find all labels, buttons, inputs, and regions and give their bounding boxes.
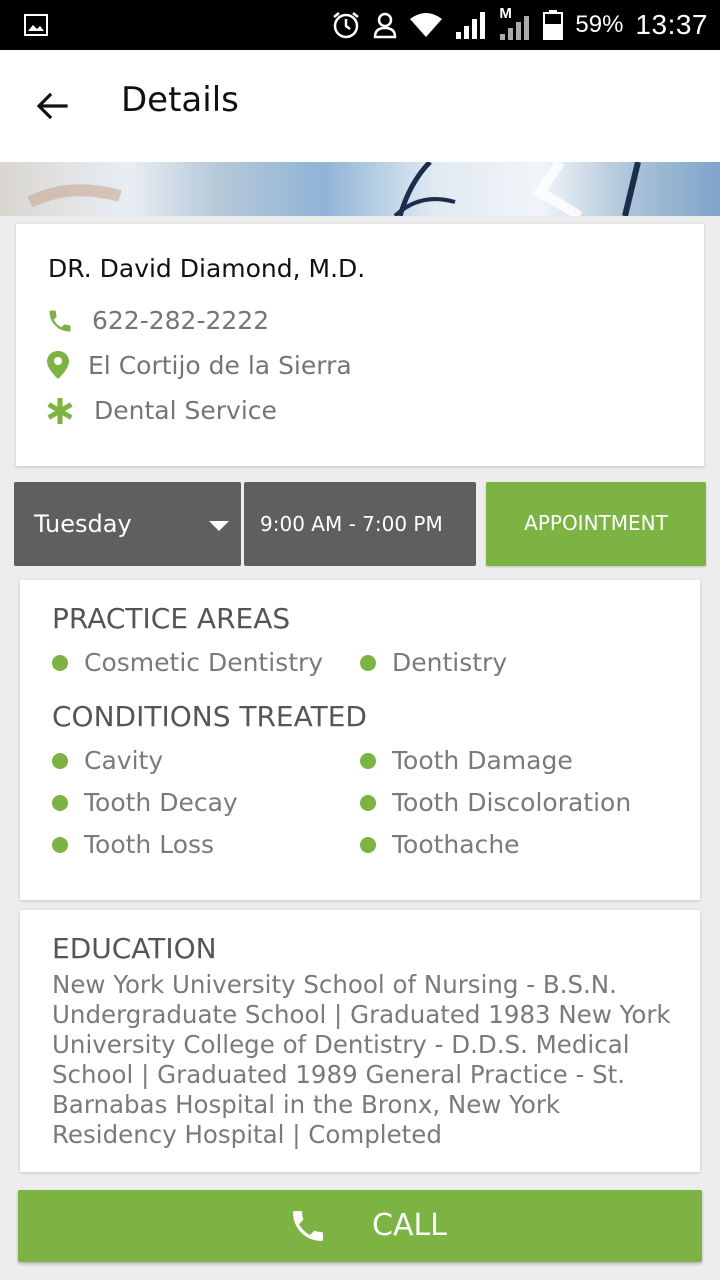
- service-row: Dental Service: [46, 396, 277, 425]
- doctor-phone: 622-282-2222: [92, 306, 270, 335]
- list-item: Cosmetic Dentistry: [52, 648, 323, 677]
- bullet-dot-icon: [52, 654, 68, 671]
- clock: 13:37: [635, 9, 708, 40]
- phone-icon: [293, 1211, 323, 1241]
- bullet-dot-icon: [360, 752, 376, 769]
- appointment-label: APPOINTMENT: [524, 511, 668, 535]
- location-row: El Cortijo de la Sierra: [46, 350, 352, 380]
- stethoscope-banner-icon: [27, 162, 641, 216]
- status-bar: M 59% 13:37: [0, 0, 720, 50]
- selected-day: Tuesday: [34, 510, 132, 538]
- bullet-dot-icon: [360, 836, 376, 853]
- list-item: Cavity: [52, 746, 163, 775]
- mobile-signal-icon: M: [499, 5, 531, 41]
- doctor-service: Dental Service: [94, 396, 277, 425]
- office-hours: 9:00 AM - 7:00 PM: [244, 482, 476, 566]
- education-title: EDUCATION: [52, 932, 217, 965]
- practice-card: PRACTICE AREAS Cosmetic Dentistry Dentis…: [20, 580, 700, 900]
- asterisk-medical-icon: [47, 397, 73, 424]
- dropdown-caret-icon: [209, 521, 229, 531]
- list-item: Tooth Damage: [360, 746, 573, 775]
- education-card: EDUCATION New York University School of …: [20, 910, 700, 1172]
- list-item: Tooth Loss: [52, 830, 214, 859]
- header-banner-image: [0, 162, 720, 216]
- bullet-dot-icon: [360, 794, 376, 811]
- doctor-location: El Cortijo de la Sierra: [88, 350, 352, 380]
- list-item: Dentistry: [360, 648, 507, 677]
- battery-percent: 59%: [575, 11, 624, 38]
- condition: Tooth Decay: [84, 788, 238, 817]
- list-item: Tooth Discoloration: [360, 788, 631, 817]
- doctor-info-card: DR. David Diamond, M.D. 622-282-2222 El …: [16, 224, 704, 466]
- doctor-name: DR. David Diamond, M.D.: [48, 254, 366, 283]
- phone-icon: [49, 310, 71, 331]
- location-pin-icon: [47, 351, 69, 379]
- call-label: CALL: [372, 1208, 447, 1243]
- appointment-button[interactable]: APPOINTMENT: [486, 482, 706, 566]
- bullet-dot-icon: [52, 836, 68, 853]
- condition: Toothache: [392, 830, 520, 859]
- app-bar: Details: [0, 50, 720, 162]
- phone-row[interactable]: 622-282-2222: [46, 306, 269, 335]
- list-item: Tooth Decay: [52, 788, 238, 817]
- account-icon: [374, 12, 397, 39]
- hours-text: 9:00 AM - 7:00 PM: [260, 512, 443, 536]
- education-text: New York University School of Nursing - …: [52, 970, 671, 1149]
- conditions-title: CONDITIONS TREATED: [52, 700, 367, 733]
- condition: Cavity: [84, 746, 164, 775]
- practice-area: Dentistry: [392, 648, 508, 677]
- bullet-dot-icon: [52, 752, 68, 769]
- battery-icon: [543, 10, 564, 40]
- condition: Tooth Loss: [84, 830, 215, 859]
- condition: Tooth Damage: [392, 746, 573, 775]
- practice-areas-title: PRACTICE AREAS: [52, 602, 291, 635]
- call-button[interactable]: CALL: [18, 1190, 702, 1262]
- bullet-dot-icon: [52, 794, 68, 811]
- day-dropdown[interactable]: Tuesday: [14, 482, 241, 566]
- signal-icon: [456, 12, 486, 39]
- alarm-icon: [333, 12, 360, 39]
- wifi-icon: [410, 13, 443, 37]
- practice-area: Cosmetic Dentistry: [84, 648, 324, 677]
- bullet-dot-icon: [360, 654, 376, 671]
- image-notification-icon: [24, 14, 48, 36]
- condition: Tooth Discoloration: [392, 788, 632, 817]
- page-title: Details: [121, 80, 239, 120]
- list-item: Toothache: [360, 830, 520, 859]
- back-arrow-icon[interactable]: [34, 88, 70, 124]
